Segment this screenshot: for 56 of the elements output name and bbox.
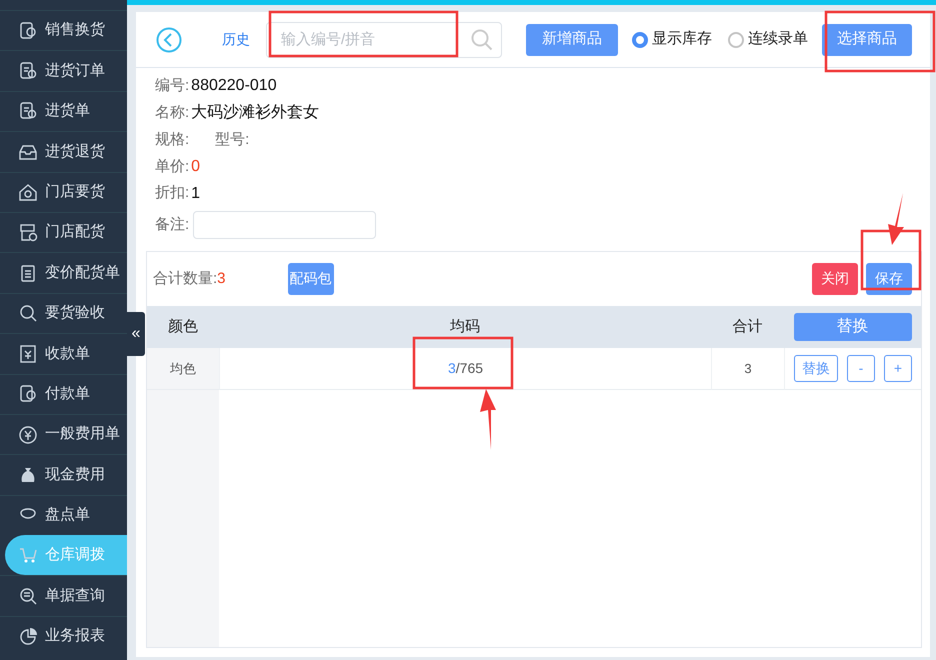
- yen-icon: [18, 424, 38, 445]
- sidebar-item[interactable]: 业务报表: [0, 616, 127, 656]
- total-value: 3: [217, 268, 226, 289]
- sidebar-item[interactable]: 变价配货单: [0, 252, 127, 293]
- search-icon: [18, 586, 38, 606]
- field-label: 规格:: [155, 130, 190, 150]
- receipt-icon: [18, 344, 38, 364]
- sidebar-item[interactable]: 进货订单: [0, 50, 127, 91]
- search-field[interactable]: 输入编号/拼音: [266, 22, 502, 58]
- table-cell: 均色: [147, 348, 219, 390]
- field-value: 880220-010: [191, 76, 277, 96]
- field-label: 名称:: [155, 102, 190, 123]
- stock-value: /765: [456, 358, 484, 378]
- close-button[interactable]: 关闭: [812, 262, 858, 295]
- column-header: 颜色: [147, 306, 219, 348]
- column-header: 均码: [219, 306, 711, 348]
- radio-button[interactable]: [728, 32, 744, 48]
- collapse-toggle[interactable]: «: [127, 312, 145, 356]
- sidebar-item[interactable]: 进货单: [0, 90, 127, 132]
- note-field[interactable]: [193, 210, 376, 239]
- field-value: 大码沙滩衫外套女: [191, 102, 320, 124]
- house-icon: [18, 182, 38, 202]
- shop-icon: [18, 222, 38, 243]
- field-label: 单价:: [155, 156, 190, 177]
- sidebar-item[interactable]: 现金费用: [0, 454, 127, 495]
- search-icon[interactable]: [470, 28, 494, 52]
- sidebar-item[interactable]: 付款单: [0, 374, 127, 414]
- radio-option[interactable]: 连续录单: [728, 28, 808, 51]
- document-icon: [18, 20, 38, 41]
- field-value: 0: [191, 156, 200, 177]
- sidebar-item[interactable]: 一般费用单: [0, 414, 127, 454]
- sidebar-item[interactable]: 单据查询: [0, 575, 127, 616]
- sidebar-item[interactable]: 门店要货: [0, 172, 127, 212]
- field-label: 型号:: [215, 130, 250, 150]
- column-header: 合计: [711, 306, 784, 348]
- sidebar-item[interactable]: 销售换货: [0, 10, 127, 50]
- sidebar-item[interactable]: 进货退货: [0, 131, 127, 172]
- document-icon: [18, 384, 38, 404]
- document-icon: [18, 61, 38, 82]
- field-label: 备注:: [155, 214, 190, 235]
- field-label: 折扣:: [155, 183, 190, 204]
- history-link[interactable]: 历史: [222, 29, 250, 50]
- annotation-box: [860, 230, 922, 290]
- annotation-arrow: [888, 193, 904, 245]
- radio-option[interactable]: 显示库存: [632, 28, 712, 51]
- document-icon: [18, 101, 38, 122]
- table-cell: 3: [711, 348, 784, 390]
- field-label: 编号:: [155, 76, 190, 96]
- total-label: 合计数量:: [153, 268, 218, 289]
- back-icon[interactable]: [156, 26, 182, 52]
- field-value: 1: [191, 184, 200, 204]
- pie-chart-icon: [18, 626, 38, 647]
- search-icon: [18, 303, 38, 324]
- sidebar-item[interactable]: 门店配货: [0, 212, 127, 252]
- radio-button[interactable]: [632, 32, 648, 48]
- sidebar-item[interactable]: 收款单: [0, 333, 127, 374]
